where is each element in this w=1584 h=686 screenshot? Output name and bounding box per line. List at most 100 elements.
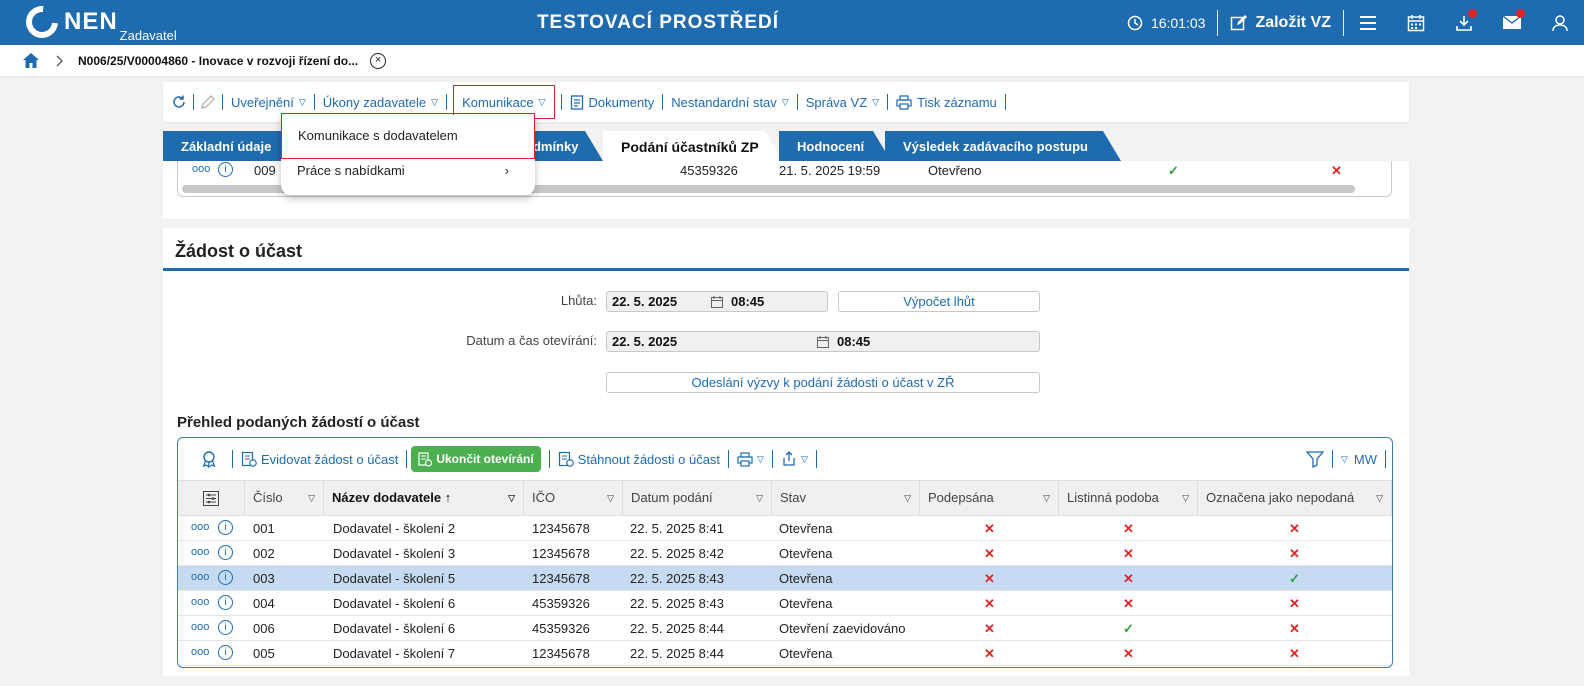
info-icon[interactable]: i — [218, 162, 233, 177]
user-button[interactable] — [1536, 0, 1584, 45]
column-filter-icon[interactable]: ▽ — [1376, 481, 1383, 515]
column-filter-icon[interactable]: ▽ — [1043, 481, 1050, 515]
info-icon[interactable]: i — [218, 595, 233, 610]
downloads-button[interactable] — [1440, 0, 1488, 45]
column-header-nazev[interactable]: Název dodavatele ↑ ▽ — [324, 481, 524, 515]
column-header-listinna[interactable]: Listinná podoba ▽ — [1059, 481, 1198, 515]
info-icon[interactable]: i — [218, 645, 233, 660]
menu-button[interactable] — [1344, 0, 1392, 45]
menu-tisk-zaznamu[interactable]: Tisk záznamu — [894, 95, 999, 110]
section-title: Žádost o účast — [175, 241, 303, 261]
calendar-icon[interactable] — [711, 296, 723, 308]
vypocet-lhut-button[interactable]: Výpočet lhůt — [838, 291, 1040, 312]
row-actions-icon[interactable]: ooo — [191, 596, 209, 608]
column-filter-icon[interactable]: ▽ — [756, 481, 763, 515]
column-header-nepodana[interactable]: Označena jako nepodaná ▽ — [1198, 481, 1392, 515]
close-icon[interactable]: × — [370, 52, 387, 69]
menu-nestandardni-stav[interactable]: Nestandardní stav ▽ — [669, 95, 790, 110]
table-row[interactable]: ooo i 004 Dodavatel - školení 6 45359326… — [178, 591, 1392, 616]
column-header-cislo[interactable]: Číslo ▽ — [245, 481, 324, 515]
column-label: Název dodavatele — [332, 490, 442, 505]
tab-label: Hodnocení — [797, 139, 865, 154]
menu-dokumenty[interactable]: Dokumenty — [568, 94, 657, 110]
register-doc-icon — [241, 451, 257, 467]
otevirani-date: 22. 5. 2025 — [612, 334, 678, 349]
row-actions-icon[interactable]: ooo — [192, 163, 210, 175]
divider — [1385, 450, 1386, 468]
print-menu-button[interactable]: ▽ — [737, 451, 764, 467]
menu-item-komunikace-s-dodavatelem[interactable]: Komunikace s dodavatelem — [281, 113, 535, 159]
messages-button[interactable] — [1488, 0, 1536, 45]
table-row[interactable]: ooo i 005 Dodavatel - školení 7 12345678… — [178, 641, 1392, 666]
cell-stav: Otevřena — [779, 646, 833, 661]
cell-datum: 22. 5. 2025 8:42 — [630, 546, 724, 561]
cell-ico: 12345678 — [532, 646, 590, 661]
row-actions-icon[interactable]: ooo — [191, 621, 209, 633]
calendar-button[interactable] — [1392, 0, 1440, 45]
odeslani-vyzvy-button[interactable]: Odeslání výzvy k podání žádosti o účast … — [606, 372, 1040, 393]
breadcrumb-item[interactable]: N006/25/V00004860 - Inovace v rozvoji ří… — [78, 54, 358, 68]
home-icon[interactable] — [22, 52, 40, 69]
stahnout-button[interactable]: Stáhnout žádosti o účast — [558, 451, 720, 467]
download-doc-icon — [558, 451, 574, 467]
menu-item-prace-s-nabidkami[interactable]: Práce s nabídkami › — [281, 156, 535, 186]
lhuta-field[interactable]: 22. 5. 2025 08:45 — [606, 291, 828, 312]
calendar-icon[interactable] — [817, 336, 829, 348]
column-filter-icon[interactable]: ▽ — [904, 481, 911, 515]
row-actions-icon[interactable]: ooo — [191, 546, 209, 558]
table-row[interactable]: ooo i 002 Dodavatel - školení 3 12345678… — [178, 541, 1392, 566]
row-actions-icon[interactable]: ooo — [191, 571, 209, 583]
info-icon[interactable]: i — [218, 545, 233, 560]
table-row[interactable]: ooo i 006 Dodavatel - školení 6 45359326… — [178, 616, 1392, 641]
info-icon[interactable]: i — [218, 570, 233, 585]
column-label: Číslo — [253, 490, 283, 505]
cell-cislo: 002 — [253, 546, 275, 561]
column-filter-icon[interactable]: ▽ — [508, 481, 515, 515]
divider — [728, 450, 730, 468]
column-filter-icon[interactable]: ▽ — [308, 481, 315, 515]
cell-datum: 22. 5. 2025 8:43 — [630, 571, 724, 586]
divider — [771, 450, 773, 468]
refresh-icon[interactable] — [171, 94, 187, 110]
export-menu-button[interactable]: ▽ — [781, 451, 808, 467]
column-header-stav[interactable]: Stav ▽ — [772, 481, 920, 515]
cell-datum: 22. 5. 2025 8:44 — [630, 621, 724, 636]
column-settings[interactable] — [178, 481, 245, 515]
menu-uverejneni[interactable]: Uveřejnění ▽ — [229, 95, 308, 110]
divider — [313, 94, 315, 110]
column-filter-icon[interactable]: ▽ — [1182, 481, 1189, 515]
table-row[interactable]: ooo i 001 Dodavatel - školení 2 12345678… — [178, 516, 1392, 541]
tab-vysledek[interactable]: Výsledek zadávacího postupu — [885, 131, 1121, 161]
view-settings-label[interactable]: MW — [1354, 452, 1377, 467]
menu-ukony-zadavatele[interactable]: Úkony zadavatele ▽ — [321, 95, 440, 110]
cross-icon: ✕ — [984, 571, 995, 586]
tab-podani-ucastniku[interactable]: Podání účastníků ZP — [603, 131, 783, 161]
menu-sprava-vz[interactable]: Správa VZ ▽ — [804, 95, 881, 110]
cross-icon: ✕ — [1289, 596, 1300, 611]
column-header-podepsana[interactable]: Podepsána ▽ — [920, 481, 1059, 515]
document-icon — [570, 95, 583, 110]
divider — [1331, 450, 1333, 468]
row-actions-icon[interactable]: ooo — [191, 646, 209, 658]
cell-cislo: 004 — [253, 596, 275, 611]
column-filter-icon[interactable]: ▽ — [607, 481, 614, 515]
filter-icon[interactable] — [1305, 450, 1324, 468]
row-actions-icon[interactable]: ooo — [191, 521, 209, 533]
table-row-selected[interactable]: ooo i 003 Dodavatel - školení 5 12345678… — [178, 566, 1392, 591]
tab-hodnoceni[interactable]: Hodnocení — [779, 131, 891, 161]
ukoncit-otevirani-button[interactable]: Ukončit otevírání — [411, 446, 541, 472]
lhuta-date: 22. 5. 2025 — [612, 294, 678, 309]
divider — [446, 94, 448, 110]
column-header-ico[interactable]: IČO ▽ — [524, 481, 623, 515]
session-clock: 16:01:03 — [1127, 15, 1218, 31]
award-icon[interactable] — [200, 450, 218, 468]
info-icon[interactable]: i — [218, 620, 233, 635]
dropdown-arrow-icon[interactable]: ▽ — [1341, 454, 1348, 465]
evidovat-button[interactable]: Evidovat žádost o účast — [241, 451, 398, 467]
column-header-datum[interactable]: Datum podání ▽ — [623, 481, 772, 515]
create-vz-button[interactable]: Založit VZ — [1218, 14, 1343, 32]
info-icon[interactable]: i — [218, 520, 233, 535]
otevirani-field[interactable]: 22. 5. 2025 08:45 — [606, 331, 1040, 352]
column-label: Označena jako nepodaná — [1206, 490, 1355, 505]
pencil-icon — [200, 94, 216, 110]
